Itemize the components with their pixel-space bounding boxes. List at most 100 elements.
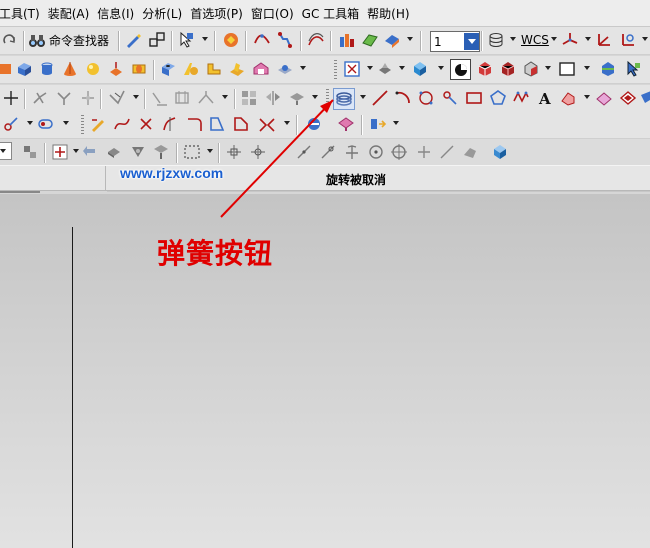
line-icon[interactable] — [370, 88, 390, 108]
snap-quadrant-icon[interactable] — [318, 142, 338, 162]
snap-center-icon[interactable] — [366, 142, 386, 162]
curve-edit-icon[interactable] — [252, 30, 272, 50]
command-finder-button[interactable]: 命令查找器 — [28, 32, 109, 49]
arc-icon[interactable] — [393, 88, 413, 108]
undo-arrow-icon[interactable] — [80, 142, 100, 162]
menu-preferences[interactable]: 首选项(P) — [190, 5, 251, 22]
groove-icon[interactable] — [275, 59, 295, 79]
csys-dynamic-icon[interactable] — [618, 30, 638, 50]
solid-body-icon[interactable] — [104, 142, 124, 162]
graphics-window[interactable] — [0, 194, 650, 548]
sketch-profile-icon[interactable] — [207, 114, 227, 134]
hole-icon[interactable] — [158, 59, 178, 79]
spline-icon[interactable] — [511, 88, 531, 108]
sheet-body-icon[interactable] — [382, 30, 402, 50]
surface-green-icon[interactable] — [360, 30, 380, 50]
polygon-icon[interactable] — [488, 88, 508, 108]
select-filter-icon[interactable] — [50, 142, 70, 162]
snap-intersection-icon[interactable] — [342, 142, 362, 162]
sketch-extend-icon[interactable] — [160, 114, 180, 134]
menu-assembly[interactable]: 装配(A) — [48, 5, 98, 22]
snap-on-curve-icon[interactable] — [437, 142, 457, 162]
menu-gc-toolbox[interactable]: GC 工具箱 — [302, 5, 368, 22]
dimension-icon[interactable] — [1, 114, 21, 134]
pad-icon[interactable] — [227, 59, 247, 79]
shaded-edges-icon[interactable] — [498, 59, 518, 79]
snap-tangent-icon[interactable] — [294, 142, 314, 162]
layer-settings-icon[interactable] — [486, 30, 506, 50]
snap-existing-point-icon[interactable] — [414, 142, 434, 162]
text-icon[interactable]: A — [535, 88, 555, 108]
snap-on-face-icon[interactable] — [460, 142, 480, 162]
sphere-icon[interactable] — [83, 59, 103, 79]
pattern-icon[interactable] — [239, 88, 259, 108]
background-icon[interactable] — [557, 59, 577, 79]
csys-icon[interactable] — [594, 30, 614, 50]
hidden-line-icon[interactable] — [475, 59, 495, 79]
corner-icon[interactable] — [78, 88, 98, 108]
point-set-icon[interactable] — [416, 88, 436, 108]
revolve-icon[interactable] — [129, 59, 149, 79]
mirror-icon[interactable] — [263, 88, 283, 108]
menu-help[interactable]: 帮助(H) — [367, 5, 417, 22]
offset-face-icon[interactable] — [558, 88, 578, 108]
trim-sheet-icon[interactable] — [638, 88, 650, 108]
view-orient-icon[interactable] — [342, 59, 362, 79]
box-blue-icon[interactable] — [14, 59, 34, 79]
snap-cursor-icon[interactable] — [176, 30, 196, 50]
bridge-icon[interactable] — [150, 88, 170, 108]
point-icon[interactable] — [440, 88, 460, 108]
chevron-down-icon[interactable] — [464, 33, 479, 50]
face-analysis-icon[interactable] — [521, 59, 541, 79]
wcs-axes-icon[interactable] — [560, 30, 580, 50]
sketch-chamfer-icon[interactable] — [231, 114, 251, 134]
blend-face-icon[interactable] — [594, 88, 614, 108]
wcs-label[interactable]: WCS — [521, 33, 549, 47]
select-group-icon[interactable] — [147, 30, 167, 50]
snap-midpoint-icon[interactable] — [248, 142, 268, 162]
slot-icon[interactable] — [251, 59, 271, 79]
snap-circle-icon[interactable] — [389, 142, 409, 162]
menu-window[interactable]: 窗口(O) — [251, 5, 302, 22]
sketch-corner-icon[interactable] — [184, 114, 204, 134]
rectangle-icon[interactable] — [464, 88, 484, 108]
fillet-curve-icon[interactable] — [107, 88, 127, 108]
move-face-icon[interactable] — [368, 114, 388, 134]
menu-info[interactable]: 信息(I) — [97, 5, 142, 22]
cube-blue-icon[interactable] — [490, 142, 510, 162]
assembly-nav-icon[interactable] — [20, 142, 40, 162]
menu-tools[interactable]: 工具(T) — [0, 5, 48, 22]
sketch-curve-icon[interactable] — [112, 114, 132, 134]
crosshair-icon[interactable] — [1, 88, 21, 108]
assembly-bars-icon[interactable] — [337, 30, 357, 50]
sew-icon[interactable] — [618, 88, 638, 108]
shaded-cube-icon[interactable] — [410, 59, 430, 79]
filter-dropdown[interactable] — [0, 142, 12, 160]
redo-icon[interactable] — [0, 30, 20, 50]
extrude-icon[interactable] — [106, 59, 126, 79]
move-cursor-icon[interactable] — [623, 59, 643, 79]
cone-icon[interactable] — [60, 59, 80, 79]
project-curve-icon[interactable] — [172, 88, 192, 108]
trim-curve-icon[interactable] — [30, 88, 50, 108]
feature-face-icon[interactable] — [128, 142, 148, 162]
section-view-icon[interactable] — [598, 59, 618, 79]
menu-analysis[interactable]: 分析(L) — [142, 5, 190, 22]
sketch-trim-icon[interactable] — [136, 114, 156, 134]
rect-select-icon[interactable] — [182, 142, 202, 162]
boss-icon[interactable] — [181, 59, 201, 79]
pocket-icon[interactable] — [204, 59, 224, 79]
constraint-icon[interactable] — [36, 114, 56, 134]
blend-icon[interactable] — [287, 88, 307, 108]
cylinder-icon[interactable] — [37, 59, 57, 79]
edit-object-icon[interactable] — [123, 30, 143, 50]
sketch-edit-icon[interactable] — [88, 114, 108, 134]
replace-face-icon[interactable] — [336, 114, 356, 134]
snap-endpoint-icon[interactable] — [224, 142, 244, 162]
layer-select[interactable]: 1 — [430, 31, 480, 52]
wireframe-toggle-icon[interactable] — [450, 59, 471, 80]
block-orange-icon[interactable] — [0, 59, 14, 79]
offset-curve-icon[interactable] — [306, 30, 326, 50]
edge-select-icon[interactable] — [151, 142, 171, 162]
sketch-mirror-icon[interactable] — [257, 114, 277, 134]
